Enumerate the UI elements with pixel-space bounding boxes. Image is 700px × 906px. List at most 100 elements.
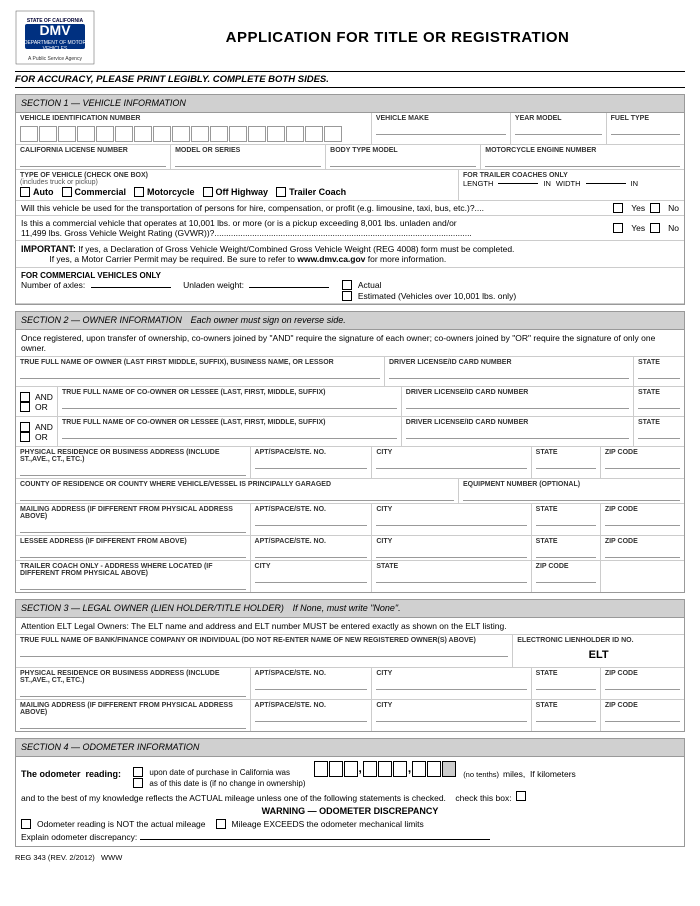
vin-box[interactable]: [134, 126, 152, 142]
s3-mail-zip-value[interactable]: [605, 710, 680, 722]
vin-box[interactable]: [210, 126, 228, 142]
zip-value[interactable]: [605, 457, 680, 469]
odo-purchase-checkbox[interactable]: [133, 767, 143, 777]
odo-km-checkbox[interactable]: [516, 791, 526, 801]
coowner2-value[interactable]: [62, 427, 397, 439]
axles-value[interactable]: [91, 287, 171, 288]
offhighway-checkbox[interactable]: [203, 187, 213, 197]
s3-mail-state-value[interactable]: [536, 710, 596, 722]
or2-checkbox[interactable]: [20, 432, 30, 442]
actual-checkbox[interactable]: [342, 280, 352, 290]
vin-box[interactable]: [96, 126, 114, 142]
lessee-city-value[interactable]: [376, 546, 526, 558]
and1-checkbox[interactable]: [20, 392, 30, 402]
vin-box[interactable]: [248, 126, 266, 142]
dmv-logo: STATE OF CALIFORNIA DMV DEPARTMENT OF MO…: [15, 10, 95, 65]
odo-d3[interactable]: [344, 761, 358, 777]
vin-box[interactable]: [286, 126, 304, 142]
engine-value[interactable]: [485, 155, 680, 167]
make-value[interactable]: [376, 123, 506, 135]
s3-apt-value[interactable]: [255, 678, 368, 690]
trailer-addr-value[interactable]: [20, 578, 246, 590]
unladen-value[interactable]: [249, 287, 329, 288]
vin-box[interactable]: [115, 126, 133, 142]
s3-city-value[interactable]: [376, 678, 526, 690]
hire-no-checkbox[interactable]: [650, 203, 660, 213]
vin-box[interactable]: [305, 126, 323, 142]
lessee-zip-value[interactable]: [605, 546, 680, 558]
license-value[interactable]: [20, 155, 166, 167]
equip-value[interactable]: [463, 489, 680, 501]
coowner2-license-value[interactable]: [406, 427, 629, 439]
odo-d1[interactable]: [314, 761, 328, 777]
mailing-zip-value[interactable]: [605, 514, 680, 526]
s3-phys-value[interactable]: [20, 685, 246, 697]
state-col-value[interactable]: [536, 457, 596, 469]
disc2-checkbox[interactable]: [216, 819, 226, 829]
odo-d4[interactable]: [363, 761, 377, 777]
trailer-checkbox[interactable]: [276, 187, 286, 197]
odo-d8[interactable]: [427, 761, 441, 777]
bank-value[interactable]: [20, 645, 508, 657]
vin-box[interactable]: [324, 126, 342, 142]
mailing-state-value[interactable]: [536, 514, 596, 526]
model-value[interactable]: [175, 155, 321, 167]
lessee-state-value[interactable]: [536, 546, 596, 558]
vin-box[interactable]: [39, 126, 57, 142]
odo-d5[interactable]: [378, 761, 392, 777]
commercial-checkbox[interactable]: [62, 187, 72, 197]
vin-box[interactable]: [77, 126, 95, 142]
fuel-value[interactable]: [611, 123, 680, 135]
or1-checkbox[interactable]: [20, 402, 30, 412]
mailing-apt-value[interactable]: [255, 514, 368, 526]
year-value[interactable]: [515, 123, 602, 135]
trailer-zip-value[interactable]: [536, 571, 596, 583]
trailer-city-value[interactable]: [255, 571, 368, 583]
mailing-value[interactable]: [20, 521, 246, 533]
lessee-apt-value[interactable]: [255, 546, 368, 558]
mailing-city-value[interactable]: [376, 514, 526, 526]
odo-nochange-checkbox[interactable]: [133, 778, 143, 788]
coowner1-state-value[interactable]: [638, 397, 680, 409]
commercial-no-checkbox[interactable]: [650, 223, 660, 233]
explain-value[interactable]: [140, 839, 490, 840]
coowner1-value[interactable]: [62, 397, 397, 409]
owner-license-value[interactable]: [389, 367, 629, 379]
coowner2-state-value[interactable]: [638, 427, 680, 439]
s3-state-value[interactable]: [536, 678, 596, 690]
odo-d9[interactable]: [442, 761, 456, 777]
disc1-checkbox[interactable]: [21, 819, 31, 829]
odo-d7[interactable]: [412, 761, 426, 777]
vin-box[interactable]: [20, 126, 38, 142]
s3-mail-apt-value[interactable]: [255, 710, 368, 722]
vin-box[interactable]: [229, 126, 247, 142]
trailer-state-value[interactable]: [376, 571, 526, 583]
vin-box[interactable]: [267, 126, 285, 142]
body-value[interactable]: [330, 155, 476, 167]
s3-zip-value[interactable]: [605, 678, 680, 690]
estimated-checkbox[interactable]: [342, 291, 352, 301]
apt-value[interactable]: [255, 457, 368, 469]
owner-state-value[interactable]: [638, 367, 680, 379]
odo-d2[interactable]: [329, 761, 343, 777]
and2-checkbox[interactable]: [20, 422, 30, 432]
hire-yes-checkbox[interactable]: [613, 203, 623, 213]
odo-d6[interactable]: [393, 761, 407, 777]
vin-box[interactable]: [58, 126, 76, 142]
phys-addr-value[interactable]: [20, 464, 246, 476]
vin-box[interactable]: [172, 126, 190, 142]
s3-mail-value[interactable]: [20, 717, 246, 729]
s3-mail-row: MAILING ADDRESS (IF DIFFERENT FROM PHYSI…: [16, 700, 684, 731]
motorcycle-checkbox[interactable]: [134, 187, 144, 197]
vin-box[interactable]: [153, 126, 171, 142]
vin-box[interactable]: [191, 126, 209, 142]
lessee-value[interactable]: [20, 546, 246, 558]
auto-checkbox[interactable]: [20, 187, 30, 197]
city-value[interactable]: [376, 457, 526, 469]
section3-header: SECTION 3 — LEGAL OWNER (LIEN HOLDER/TIT…: [15, 599, 685, 618]
commercial-yes-checkbox[interactable]: [613, 223, 623, 233]
county-value[interactable]: [20, 489, 454, 501]
owner-value[interactable]: [20, 367, 380, 379]
coowner1-license-value[interactable]: [406, 397, 629, 409]
s3-mail-city-value[interactable]: [376, 710, 526, 722]
